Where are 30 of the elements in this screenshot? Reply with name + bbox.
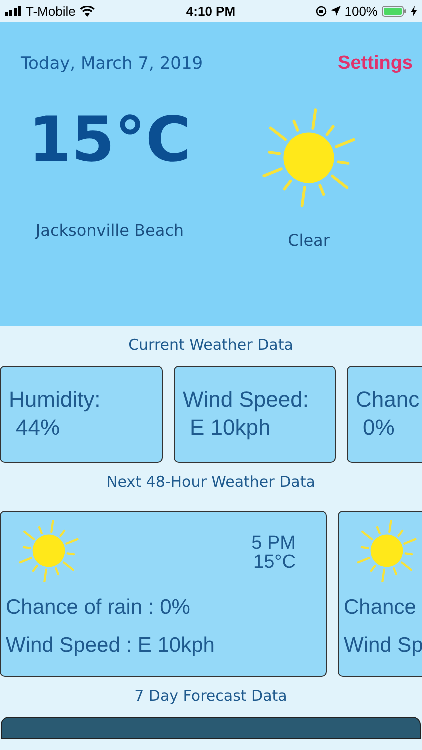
settings-link[interactable]: Settings xyxy=(338,53,413,75)
card-label: Chanc xyxy=(356,387,420,413)
temperature-reading: 15°C xyxy=(28,103,192,178)
sun-icon xyxy=(18,520,80,582)
card-label: Humidity: xyxy=(9,387,101,413)
charging-bolt-icon xyxy=(410,6,417,16)
section-title: Current Weather Data xyxy=(128,335,294,356)
card-label: Wind Speed: xyxy=(183,387,309,413)
hour-label: 5 PM xyxy=(252,534,296,553)
wifi-icon xyxy=(80,6,95,16)
battery-icon xyxy=(382,6,407,16)
card-value: 44% xyxy=(16,415,60,441)
sun-icon xyxy=(356,520,418,582)
location-arrow-icon xyxy=(330,6,341,16)
rain-chance: Chance xyxy=(344,596,416,620)
section-title: Next 48-Hour Weather Data xyxy=(106,472,316,493)
carrier-name: T-Mobile xyxy=(26,4,76,18)
hour-temperature: 15°C xyxy=(254,553,296,572)
status-time: 4:10 PM xyxy=(186,4,236,18)
card-value: E 10kph xyxy=(190,415,271,441)
wind-speed: Wind Speed : E 10kph xyxy=(6,634,215,658)
condition-label: Clear xyxy=(288,231,330,250)
rotation-lock-icon xyxy=(316,6,327,16)
battery-percent: 100% xyxy=(344,4,378,18)
rain-chance: Chance of rain : 0% xyxy=(6,596,190,620)
location-label: Jacksonville Beach xyxy=(36,221,184,240)
date-label: Today, March 7, 2019 xyxy=(21,54,204,74)
card-value: 0% xyxy=(363,415,395,441)
section-title: 7 Day Forecast Data xyxy=(134,686,288,707)
signal-icon xyxy=(5,6,22,16)
